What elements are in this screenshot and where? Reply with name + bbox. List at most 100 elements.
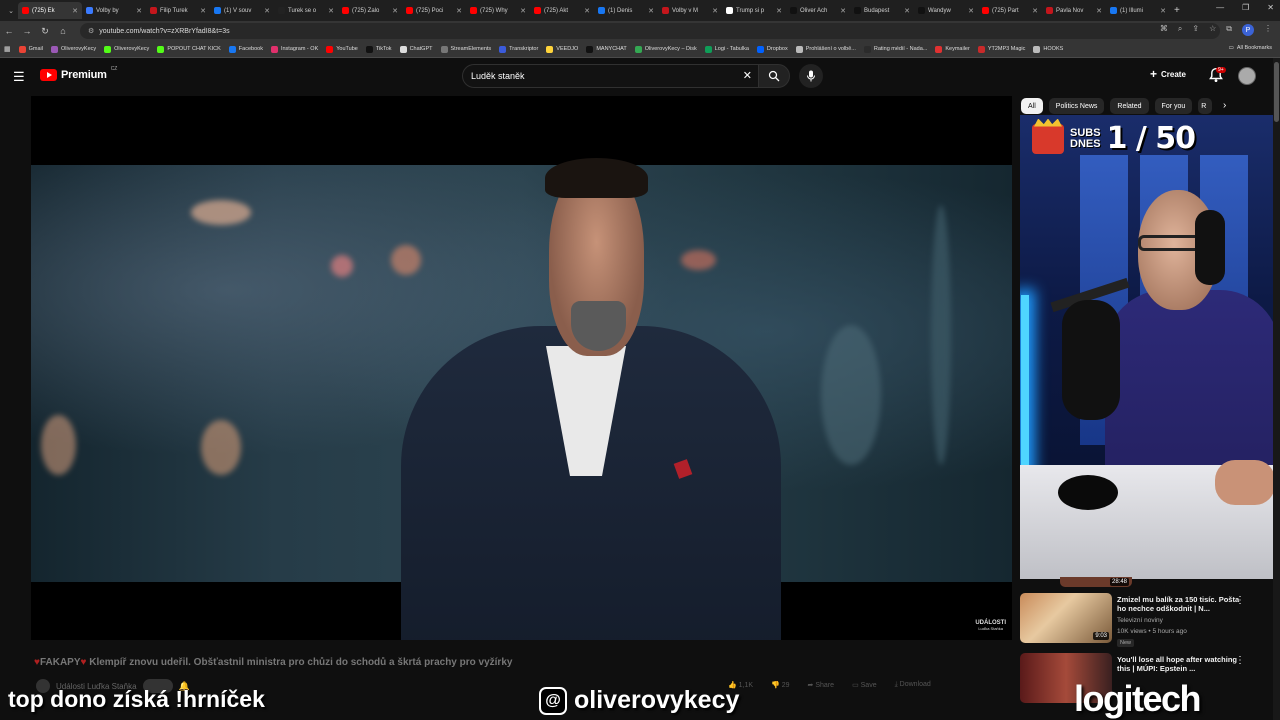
- tab-close-icon[interactable]: ✕: [712, 7, 718, 15]
- bookmark-item[interactable]: Logi - Tabulka: [704, 45, 749, 53]
- extensions-icon[interactable]: ⧉: [1226, 24, 1232, 36]
- bookmark-item[interactable]: StreamElements: [440, 45, 491, 53]
- apps-grid-icon[interactable]: ▦: [4, 45, 11, 53]
- tab-list-chevron-icon[interactable]: ⌄: [4, 4, 18, 18]
- tab-close-icon[interactable]: ✕: [264, 7, 270, 15]
- recommended-item[interactable]: 9:03 Zmizel mu balík za 150 tisíc. Pošta…: [1020, 593, 1260, 649]
- bookmark-item[interactable]: Rating médií - Nada...: [863, 45, 927, 53]
- all-bookmarks-button[interactable]: ▭ All Bookmarks: [1229, 45, 1272, 51]
- tab-close-icon[interactable]: ✕: [328, 7, 334, 15]
- tab-close-icon[interactable]: ✕: [776, 7, 782, 15]
- browser-tab[interactable]: (725) Zalo ✕: [338, 2, 402, 19]
- profile-avatar[interactable]: P: [1242, 24, 1254, 36]
- bookmark-item[interactable]: VEEDJO: [546, 45, 578, 53]
- filter-chip[interactable]: Politics News: [1048, 98, 1105, 114]
- search-button[interactable]: [758, 64, 790, 88]
- download-button[interactable]: ⤓ Download: [895, 681, 931, 689]
- new-tab-button[interactable]: +: [1174, 5, 1180, 16]
- bookmark-item[interactable]: ChatGPT: [399, 45, 433, 53]
- bookmark-item[interactable]: Keymailer: [935, 45, 970, 53]
- bookmark-item[interactable]: HOOKS: [1033, 45, 1063, 53]
- share-page-icon[interactable]: ⇪: [1192, 24, 1199, 36]
- bookmark-item[interactable]: Dropbox: [756, 45, 788, 53]
- bookmark-item[interactable]: YouTube: [326, 45, 358, 53]
- site-info-icon[interactable]: ⚙: [88, 27, 94, 35]
- bookmark-item[interactable]: YT2MP3 Magic: [977, 45, 1025, 53]
- browser-tab[interactable]: Oliver Ach ✕: [786, 2, 850, 19]
- browser-menu-icon[interactable]: ⋮: [1264, 24, 1272, 36]
- filter-chip[interactable]: R: [1198, 98, 1213, 114]
- browser-tab[interactable]: (725) Ek ✕: [18, 2, 82, 19]
- tab-close-icon[interactable]: ✕: [1096, 7, 1102, 15]
- bookmark-item[interactable]: OliverovyKecy: [104, 45, 149, 53]
- bookmark-item[interactable]: Instagram - OK: [270, 45, 318, 53]
- youtube-premium-logo[interactable]: Premium CZ: [40, 66, 117, 81]
- browser-tab[interactable]: (1) Illumi ✕: [1106, 2, 1170, 19]
- tab-close-icon[interactable]: ✕: [136, 7, 142, 15]
- scrollbar-thumb[interactable]: [1274, 62, 1279, 122]
- guide-menu-icon[interactable]: ☰: [13, 69, 25, 85]
- bookmark-item[interactable]: OliverovyKecy – Disk: [634, 45, 697, 53]
- reload-icon[interactable]: ↻: [36, 26, 54, 37]
- dislike-button[interactable]: 👎 29: [771, 681, 789, 689]
- bookmark-item[interactable]: TikTok: [365, 45, 392, 53]
- close-window-icon[interactable]: ✕: [1267, 3, 1274, 12]
- voice-search-button[interactable]: [799, 64, 823, 88]
- bookmark-star-icon[interactable]: ☆: [1209, 24, 1216, 36]
- back-arrow-icon[interactable]: ←: [0, 26, 18, 36]
- browser-tab[interactable]: (1) Denis ✕: [594, 2, 658, 19]
- bookmark-item[interactable]: Facebook: [228, 45, 263, 53]
- tab-close-icon[interactable]: ✕: [584, 7, 590, 15]
- more-options-icon[interactable]: ⋮: [1235, 595, 1245, 606]
- filter-chip[interactable]: Related: [1110, 98, 1149, 114]
- bookmark-item[interactable]: Transkriptor: [499, 45, 538, 53]
- bookmark-item[interactable]: Gmail: [18, 45, 43, 53]
- page-scrollbar[interactable]: [1273, 58, 1280, 720]
- tab-close-icon[interactable]: ✕: [840, 7, 846, 15]
- tab-close-icon[interactable]: ✕: [392, 7, 398, 15]
- save-button[interactable]: ▭ Save: [852, 681, 877, 689]
- share-button[interactable]: ➦ Share: [808, 681, 835, 689]
- bookmark-item[interactable]: OliverovyKecy: [51, 45, 96, 53]
- tab-close-icon[interactable]: ✕: [456, 7, 462, 15]
- account-avatar[interactable]: [1238, 67, 1256, 85]
- search-input[interactable]: Luděk staněk ✕: [462, 64, 758, 88]
- browser-tab[interactable]: (725) Part ✕: [978, 2, 1042, 19]
- browser-tab[interactable]: Filip Turek ✕: [146, 2, 210, 19]
- maximize-icon[interactable]: ❐: [1242, 3, 1249, 12]
- browser-tab[interactable]: Budapest ✕: [850, 2, 914, 19]
- video-player[interactable]: UDÁLOSTI Luďka Staňka: [31, 96, 1012, 640]
- browser-tab[interactable]: Volby v M ✕: [658, 2, 722, 19]
- forward-arrow-icon[interactable]: →: [18, 26, 36, 36]
- minimize-icon[interactable]: —: [1216, 3, 1224, 12]
- tab-close-icon[interactable]: ✕: [904, 7, 910, 15]
- address-bar[interactable]: ⚙ youtube.com/watch?v=zXRBrYfadI8&t=3s: [80, 23, 1220, 39]
- browser-tab[interactable]: (725) Poci ✕: [402, 2, 466, 19]
- tab-close-icon[interactable]: ✕: [1160, 7, 1166, 15]
- bookmark-item[interactable]: MANYCHAT: [586, 45, 627, 53]
- more-options-icon[interactable]: ⋮: [1235, 655, 1245, 666]
- browser-tab[interactable]: (725) Why ✕: [466, 2, 530, 19]
- tab-close-icon[interactable]: ✕: [1032, 7, 1038, 15]
- chips-next-icon[interactable]: ›: [1223, 100, 1226, 111]
- clear-search-icon[interactable]: ✕: [743, 69, 752, 82]
- browser-tab[interactable]: Wandyw ✕: [914, 2, 978, 19]
- browser-tab[interactable]: (1) V souv ✕: [210, 2, 274, 19]
- create-button[interactable]: + Create: [1150, 67, 1186, 81]
- bookmark-item[interactable]: Prohlášení o volbě...: [795, 45, 856, 53]
- browser-tab[interactable]: Pavla Nov ✕: [1042, 2, 1106, 19]
- tab-close-icon[interactable]: ✕: [968, 7, 974, 15]
- translate-icon[interactable]: ⌘: [1160, 24, 1168, 36]
- filter-chip[interactable]: For you: [1154, 98, 1193, 114]
- home-icon[interactable]: ⌂: [54, 26, 72, 36]
- browser-tab[interactable]: Turek se o ✕: [274, 2, 338, 19]
- tab-close-icon[interactable]: ✕: [72, 7, 78, 15]
- filter-chip[interactable]: All: [1021, 98, 1043, 114]
- bookmark-item[interactable]: POPOUT CHAT KICK: [157, 45, 221, 53]
- browser-tab[interactable]: Trump si p ✕: [722, 2, 786, 19]
- tab-close-icon[interactable]: ✕: [200, 7, 206, 15]
- browser-tab[interactable]: (725) Akt ✕: [530, 2, 594, 19]
- recommended-item[interactable]: 28:48: [1020, 577, 1260, 589]
- zoom-icon[interactable]: ⌕: [1178, 24, 1182, 36]
- tab-close-icon[interactable]: ✕: [648, 7, 654, 15]
